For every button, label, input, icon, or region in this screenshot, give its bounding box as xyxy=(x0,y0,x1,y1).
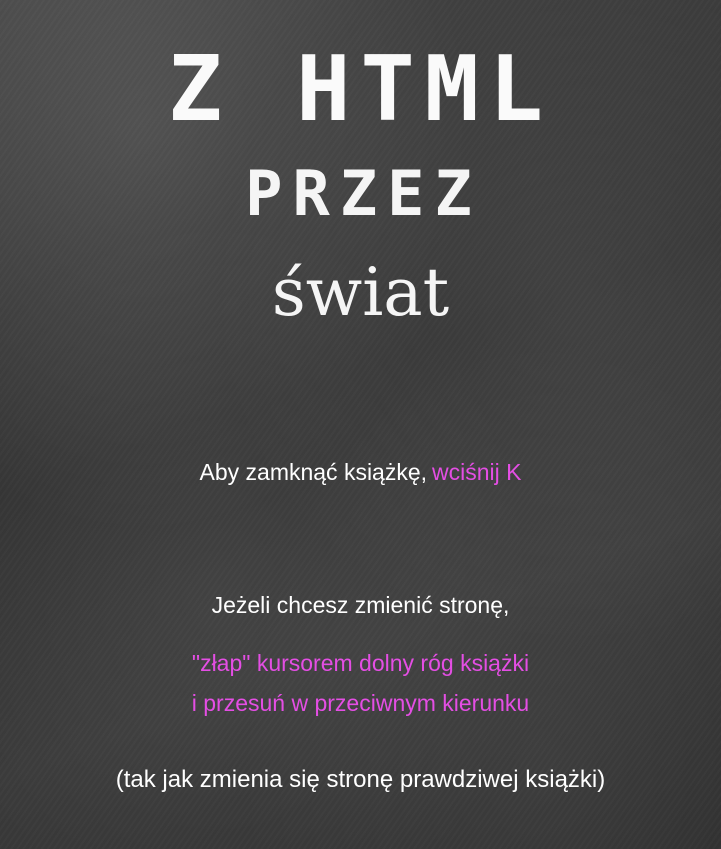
close-hint-key: wciśnij K xyxy=(432,459,522,485)
title-line-1: Z HTML xyxy=(167,37,554,142)
page-turn-note: (tak jak zmienia się stronę prawdziwej k… xyxy=(115,766,606,793)
page-turn-intro: Jeżeli chcesz zmienić stronę, xyxy=(211,592,510,618)
close-book-hint: Aby zamknąć książkę, wciśnij K xyxy=(0,455,721,489)
page-turn-action-line-2: i przesuń w przeciwnym kierunku xyxy=(191,690,530,716)
title-line-3: świat xyxy=(271,254,450,331)
book-cover-page: Z HTML PRZEZ świat Aby zamknąć książkę, w… xyxy=(0,0,721,849)
close-hint-text: Aby zamknąć książkę, xyxy=(199,459,428,485)
title-line-2: PRZEZ xyxy=(245,157,482,230)
page-turn-action-line-1: "złap" kursorem dolny róg książki xyxy=(191,650,530,676)
